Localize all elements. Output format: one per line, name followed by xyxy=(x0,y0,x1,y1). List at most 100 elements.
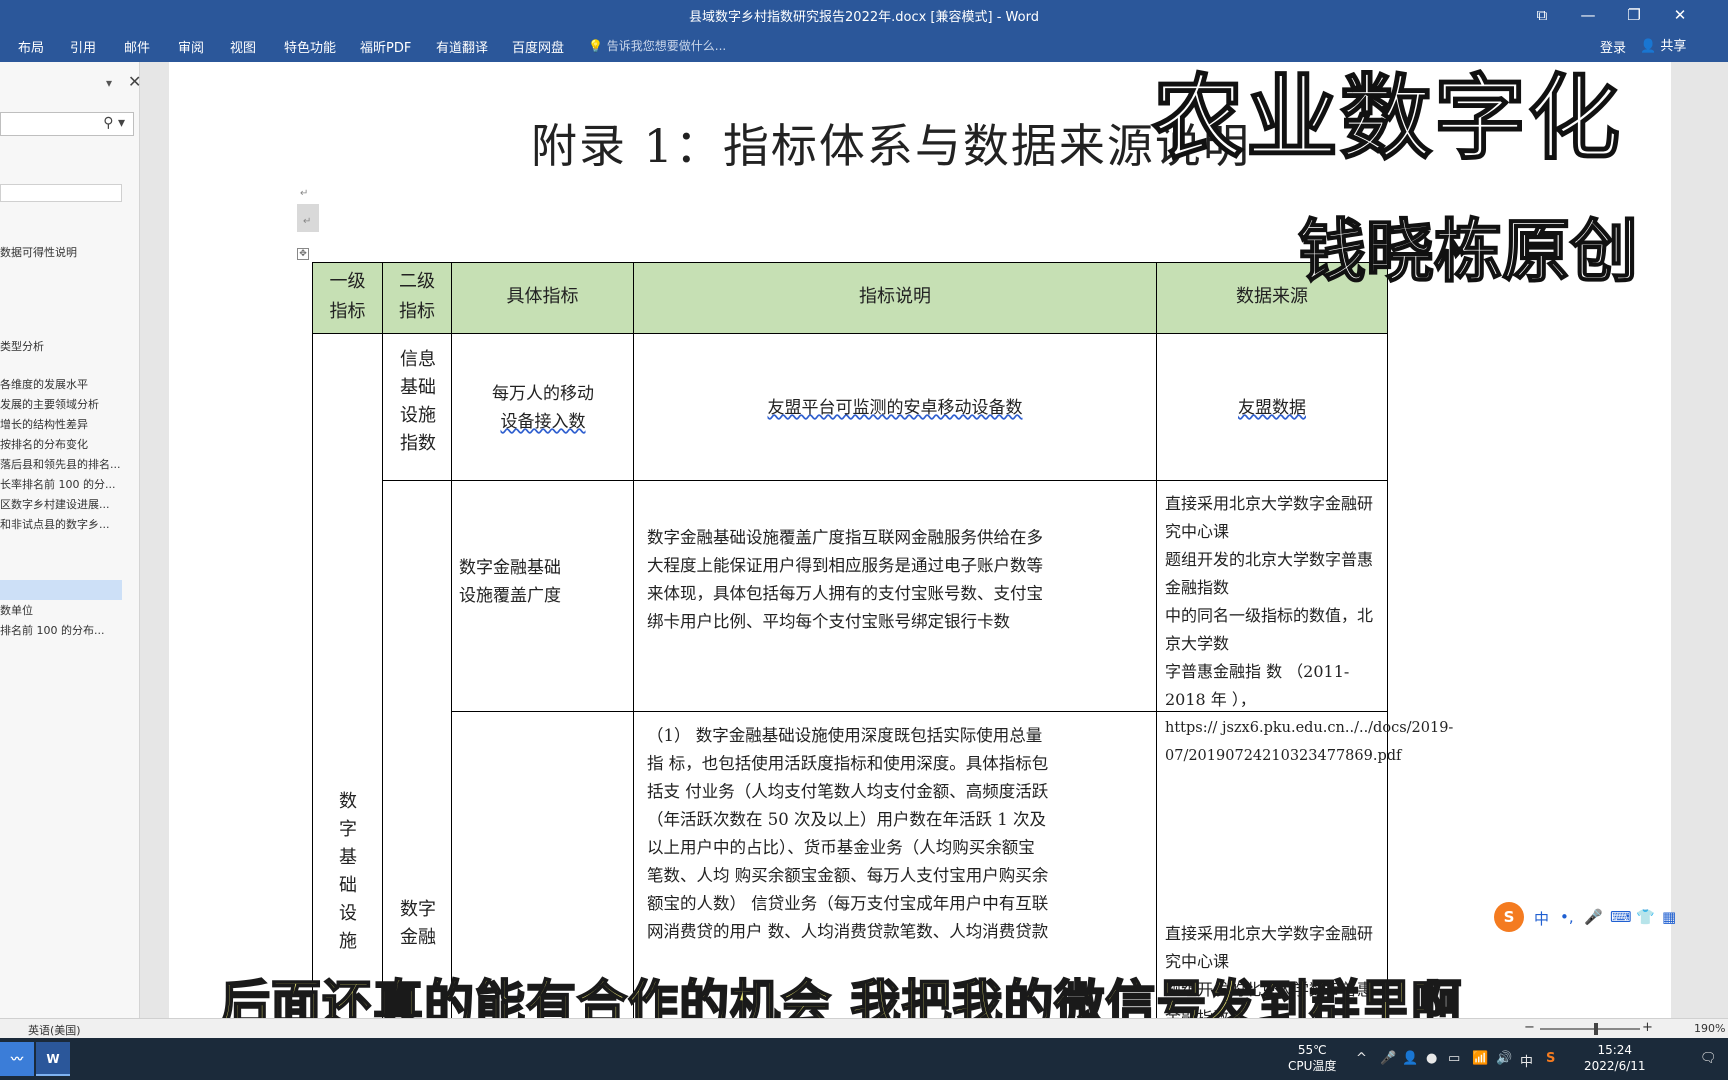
zoom-level[interactable]: 190% xyxy=(1694,1022,1725,1035)
nav-heading[interactable]: 落后县和领先县的排名... xyxy=(0,456,121,472)
sogou-tray-icon[interactable]: S xyxy=(1546,1051,1555,1066)
search-icon[interactable]: ⚲ ▾ xyxy=(103,115,125,131)
tab-layout[interactable]: 布局 xyxy=(18,37,44,56)
tell-me-box[interactable]: 💡 告诉我您想要做什么... xyxy=(588,37,726,54)
nav-heading[interactable]: 数单位 xyxy=(0,602,33,618)
cell-line: （1） 数字金融基础设施使用深度既包括实际使用总量 xyxy=(647,726,1043,745)
input-language-indicator[interactable]: 中 xyxy=(1520,1051,1533,1070)
watermark-author: 钱晓栋原创 xyxy=(1297,212,1639,293)
language-indicator[interactable]: 英语(美国) xyxy=(28,1022,81,1038)
row1-specific: 每万人的移动 设备接入数 xyxy=(455,380,631,436)
tab-foxit-pdf[interactable]: 福昕PDF xyxy=(360,37,411,56)
table-border xyxy=(1156,262,1157,1018)
vertical-char: 基 xyxy=(339,847,357,868)
battery-icon[interactable]: ▭ xyxy=(1448,1051,1460,1066)
zoom-out-button[interactable]: − xyxy=(1524,1020,1535,1035)
notifications-icon[interactable]: 🗨 xyxy=(1700,1051,1717,1066)
microphone-icon[interactable]: 🎤 xyxy=(1380,1051,1396,1066)
tab-baidu-netdisk[interactable]: 百度网盘 xyxy=(512,37,564,56)
table-border xyxy=(382,262,383,1018)
nav-heading[interactable]: 排名前 100 的分布... xyxy=(0,622,104,638)
cell-line: 括支 付业务（人均支付笔数人均支付金额、高频度活跃 xyxy=(647,782,1049,801)
cell-line: 网消费贷的用户 数、人均消费贷款笔数、人均消费贷款 xyxy=(647,922,1049,941)
keyboard-icon[interactable]: ⌨ xyxy=(1610,908,1632,926)
share-button[interactable]: 👤 共享 xyxy=(1640,35,1686,54)
microphone-icon[interactable]: 🎤 xyxy=(1584,908,1603,926)
nav-heading[interactable]: 数据可得性说明 xyxy=(0,244,77,260)
nav-heading[interactable]: 各维度的发展水平 xyxy=(0,376,88,392)
toolbox-icon[interactable]: ▦ xyxy=(1662,908,1676,926)
nav-heading[interactable]: 区数字乡村建设进展... xyxy=(0,496,110,512)
word-taskbar-icon[interactable]: W xyxy=(36,1042,70,1076)
taskbar: 〰 W 55℃ CPU温度 ^ 🎤 👤 ● ▭ 📶 🔊 中 S 15:24 20… xyxy=(0,1038,1728,1080)
zoom-slider-thumb[interactable] xyxy=(1594,1023,1598,1035)
nav-heading[interactable]: 增长的结构性差异 xyxy=(0,416,88,432)
ribbon-display-options-button[interactable]: ⧉ xyxy=(1528,4,1556,26)
zoom-slider[interactable] xyxy=(1540,1028,1640,1030)
appendix-title: 附录 1：指标体系与数据来源说明 xyxy=(531,119,1251,173)
minimize-button[interactable]: — xyxy=(1574,4,1602,26)
table-border xyxy=(312,262,1388,263)
ime-toolbar[interactable]: S 中 •, 🎤 ⌨ 👕 ▦ xyxy=(1494,900,1728,936)
table-border xyxy=(1387,262,1388,1018)
tab-youdao-translate[interactable]: 有道翻译 xyxy=(436,37,488,56)
user-icon[interactable]: 👤 xyxy=(1402,1051,1418,1066)
close-pane-icon[interactable]: ✕ xyxy=(128,72,141,91)
network-icon[interactable]: 📶 xyxy=(1472,1051,1488,1066)
nav-heading[interactable]: 按排名的分布变化 xyxy=(0,436,88,452)
cell-line: 指 标，也包括使用活跃度指标和使用深度。具体指标包 xyxy=(647,754,1049,773)
cell-line: 来体现，具体包括每万人拥有的支付宝账号数、支付宝 xyxy=(647,584,1043,603)
tab-mailings[interactable]: 邮件 xyxy=(124,37,150,56)
close-window-button[interactable]: ✕ xyxy=(1666,4,1694,26)
cell-line: 大程度上能保证用户得到相应服务是通过电子账户数等 xyxy=(647,556,1043,575)
restore-button[interactable]: ❐ xyxy=(1620,4,1648,26)
tab-view[interactable]: 视图 xyxy=(230,37,256,56)
table-move-handle[interactable]: ✥ xyxy=(297,248,309,260)
start-icon[interactable]: 〰 xyxy=(0,1042,34,1076)
empty-paragraph[interactable]: ↵ xyxy=(297,204,319,232)
table-border xyxy=(312,333,1388,334)
cpu-temp-value: 55℃ xyxy=(1297,1043,1327,1057)
clock[interactable]: 15:24 2022/6/11 xyxy=(1584,1042,1646,1074)
header-specific-indicator: 具体指标 xyxy=(506,286,579,307)
nav-heading[interactable]: 和非试点县的数字乡... xyxy=(0,516,110,532)
watermark-main: 农业数字化 xyxy=(1151,64,1623,173)
table-border xyxy=(312,262,313,1018)
tab-special-features[interactable]: 特色功能 xyxy=(284,37,336,56)
volume-icon[interactable]: 🔊 xyxy=(1496,1051,1512,1066)
cell-line: 数字金融基础设施覆盖广度指互联网金融服务供给在多 xyxy=(647,528,1043,547)
sogou-logo-icon[interactable]: S xyxy=(1494,902,1524,932)
title-bar: 县域数字乡村指数研究报告2022年.docx [兼容模式] - Word ⧉ —… xyxy=(0,0,1728,30)
cell-line: 信息 xyxy=(400,349,436,370)
header-text-line: 一级 xyxy=(329,271,366,292)
navigation-pane: ▾ ✕ ⚲ ▾ 数据可得性说明 类型分析 各维度的发展水平 发展的主要领域分析 … xyxy=(0,62,141,1018)
pane-options-dropdown-icon[interactable]: ▾ xyxy=(106,76,112,90)
nav-heading[interactable]: 发展的主要领域分析 xyxy=(0,396,99,412)
cpu-temp-label: CPU温度 xyxy=(1288,1059,1337,1073)
table-border xyxy=(451,262,452,1018)
cell-line: 数字金融基础 xyxy=(459,558,561,578)
vertical-char: 础 xyxy=(339,875,357,896)
header-text-line: 指标 xyxy=(399,301,435,322)
row1-source: 友盟数据 xyxy=(1238,398,1306,418)
cell-line: 设施 xyxy=(400,405,436,426)
skin-icon[interactable]: 👕 xyxy=(1636,908,1655,926)
tray-overflow-icon[interactable]: ^ xyxy=(1356,1051,1367,1066)
cell-line: 设施覆盖广度 xyxy=(459,586,561,606)
nav-search-input[interactable]: ⚲ ▾ xyxy=(0,112,134,136)
nav-heading[interactable]: 类型分析 xyxy=(0,338,44,354)
clock-time: 15:24 xyxy=(1597,1043,1633,1057)
ime-punctuation-icon[interactable]: •, xyxy=(1560,908,1574,926)
row3-level2: 数字 金融 xyxy=(387,896,449,952)
nav-tab-strip[interactable] xyxy=(0,184,122,202)
cell-line: 金融 xyxy=(400,927,436,948)
ime-chinese-mode[interactable]: 中 xyxy=(1534,908,1549,929)
zoom-in-button[interactable]: + xyxy=(1642,1020,1653,1035)
cell-line: 每万人的移动 xyxy=(492,384,594,404)
nav-heading[interactable]: 长率排名前 100 的分... xyxy=(0,476,115,492)
header-text-line: 指标 xyxy=(329,301,366,322)
tab-references[interactable]: 引用 xyxy=(70,37,96,56)
wechat-icon[interactable]: ● xyxy=(1426,1051,1437,1066)
row2-specific: 数字金融基础 设施覆盖广度 xyxy=(459,554,631,610)
tab-review[interactable]: 审阅 xyxy=(178,37,204,56)
